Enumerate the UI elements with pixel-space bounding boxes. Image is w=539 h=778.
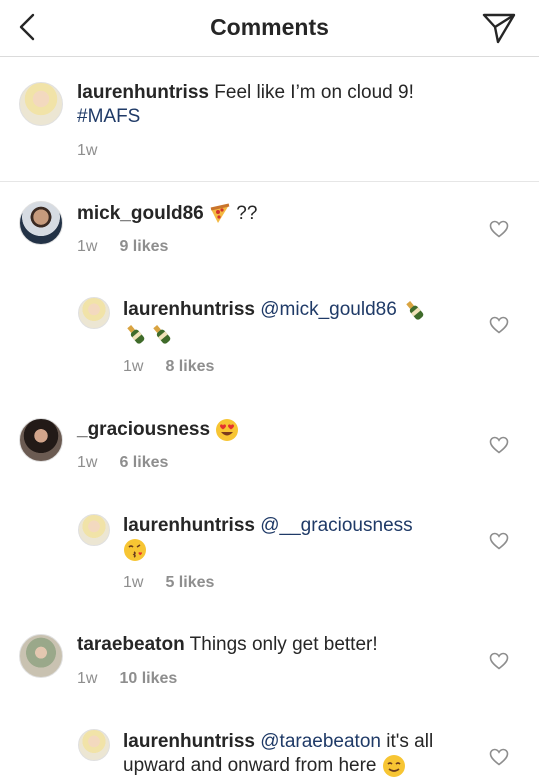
comment-meta: 1w 9 likes — [77, 238, 168, 256]
comment-username[interactable]: _graciousness — [77, 419, 210, 440]
comment-text: _graciousness — [77, 418, 239, 442]
avatar[interactable] — [19, 82, 63, 126]
caption-body: Feel like I’m on cloud 9! — [214, 82, 414, 103]
caption-username[interactable]: laurenhuntriss — [77, 82, 209, 103]
champagne-icon — [153, 325, 171, 344]
comment-body: Things only get better! — [189, 634, 378, 655]
comment-username[interactable]: taraebeaton — [77, 634, 185, 655]
reply-meta: 1w 8 likes — [123, 358, 214, 376]
comment-body: ?? — [236, 203, 258, 224]
comment-likes[interactable]: 9 likes — [119, 238, 168, 255]
reply-meta: 1w 5 likes — [123, 574, 214, 592]
page-title: Comments — [210, 14, 329, 40]
comments-header: Comments — [0, 0, 539, 57]
reply-likes[interactable]: 5 likes — [165, 574, 214, 591]
like-heart-icon[interactable] — [489, 316, 509, 334]
reply-body-continued: upward and onward from here — [123, 755, 377, 777]
comment-likes[interactable]: 6 likes — [119, 454, 168, 471]
caption-text: laurenhuntriss Feel like I’m on cloud 9!… — [77, 81, 517, 129]
comment-time: 1w — [77, 454, 98, 471]
champagne-icon — [127, 325, 145, 344]
avatar[interactable] — [19, 201, 63, 245]
comment-meta: 1w 10 likes — [77, 670, 177, 688]
reply-username[interactable]: laurenhuntriss — [123, 731, 255, 752]
caption-time: 1w — [77, 142, 98, 159]
reply-time: 1w — [123, 358, 144, 375]
reply-username[interactable]: laurenhuntriss — [123, 299, 255, 320]
avatar[interactable] — [78, 297, 110, 329]
comment-text: taraebeaton Things only get better! — [77, 633, 378, 657]
heart-eyes-icon — [216, 419, 239, 441]
like-heart-icon[interactable] — [489, 748, 509, 766]
send-icon[interactable] — [481, 11, 517, 45]
kissing-face-icon — [124, 539, 146, 561]
avatar[interactable] — [78, 729, 110, 761]
avatar[interactable] — [78, 514, 110, 546]
comment-meta: 1w 6 likes — [77, 454, 168, 472]
like-heart-icon[interactable] — [489, 220, 509, 238]
reply-mention[interactable]: @taraebeaton — [260, 731, 381, 752]
reply-username[interactable]: laurenhuntriss — [123, 515, 255, 536]
reply-mention[interactable]: @__graciousness — [260, 515, 412, 536]
post-caption: laurenhuntriss Feel like I’m on cloud 9!… — [0, 57, 539, 182]
avatar[interactable] — [19, 634, 63, 678]
reply-time: 1w — [123, 574, 144, 591]
champagne-icon — [406, 301, 424, 320]
comment-username[interactable]: mick_gould86 — [77, 203, 204, 224]
reply-text: laurenhuntriss @mick_gould86 — [123, 298, 463, 346]
comment-time: 1w — [77, 238, 98, 255]
like-heart-icon[interactable] — [489, 436, 509, 454]
reply-likes[interactable]: 8 likes — [165, 358, 214, 375]
comment-text: mick_gould86 ?? — [77, 202, 257, 226]
pizza-icon — [210, 203, 230, 223]
comment-likes[interactable]: 10 likes — [119, 670, 177, 687]
reply-mention[interactable]: @mick_gould86 — [260, 299, 397, 320]
smiling-face-icon — [382, 755, 405, 777]
caption-hashtag[interactable]: #MAFS — [77, 106, 140, 127]
reply-body: it's all — [386, 731, 434, 752]
avatar[interactable] — [19, 418, 63, 462]
like-heart-icon[interactable] — [489, 652, 509, 670]
comment-time: 1w — [77, 670, 98, 687]
like-heart-icon[interactable] — [489, 532, 509, 550]
reply-text: laurenhuntriss @__graciousness — [123, 514, 463, 562]
